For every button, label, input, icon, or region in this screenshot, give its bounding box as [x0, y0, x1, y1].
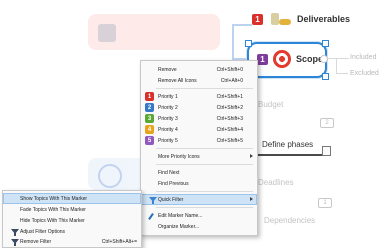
priority-badge: 1: [257, 53, 268, 65]
menu-separator: [156, 207, 253, 208]
submenu-item-fade-topics[interactable]: Fade Topics With This Marker: [3, 204, 141, 215]
priority-4-icon: 4: [145, 125, 154, 134]
resize-handle[interactable]: [245, 40, 252, 47]
connector-line: [336, 58, 337, 74]
menu-item-priority-4[interactable]: 4 Priority 4 Ctrl+Shift+4: [141, 124, 257, 135]
filter-settings-icon: [7, 227, 19, 236]
menu-item-edit-marker-name[interactable]: Edit Marker Name...: [141, 210, 257, 221]
priority-2-icon: 2: [145, 103, 154, 112]
faded-topic-label: Included: [350, 54, 377, 61]
topic-label: Define phases: [262, 140, 314, 149]
faded-topic-dependencies: Dependencies: [264, 216, 316, 225]
menu-separator: [156, 164, 253, 165]
map-canvas[interactable]: 1 Deliverables 1 Scope Included Excluded…: [0, 0, 384, 248]
faded-topic-deadlines: Deadlines: [258, 178, 294, 187]
submenu-item-hide-topics[interactable]: Hide Topics With This Marker: [3, 215, 141, 226]
menu-item-find-previous[interactable]: Find Previous: [141, 178, 257, 189]
resize-handle[interactable]: [322, 73, 329, 80]
connector-line: [325, 58, 349, 59]
menu-item-find-next[interactable]: Find Next: [141, 167, 257, 178]
menu-item-remove[interactable]: Remove Ctrl+Shift+0: [141, 64, 257, 75]
marker-badge: 2: [320, 118, 334, 128]
menu-item-more-priority-icons[interactable]: More Priority Icons: [141, 151, 257, 162]
menu-item-priority-5[interactable]: 5 Priority 5 Ctrl+Shift+5: [141, 135, 257, 146]
collapse-toggle[interactable]: [320, 55, 328, 63]
clock-icon: [98, 164, 122, 188]
menu-separator: [156, 148, 253, 149]
submenu-item-show-topics[interactable]: Show Topics With This Marker: [3, 193, 141, 204]
topic-deliverables[interactable]: 1 Deliverables: [252, 8, 350, 30]
marker-context-menu: Remove Ctrl+Shift+0 Remove All Icons Ctr…: [140, 60, 258, 236]
quick-filter-submenu: Show Topics With This Marker Fade Topics…: [2, 190, 142, 248]
faded-topic-label: Excluded: [350, 70, 379, 77]
filter-icon: [145, 195, 157, 204]
submenu-item-remove-filter[interactable]: Remove Filter Ctrl+Shift+Alt+=: [3, 236, 141, 247]
submenu-arrow-icon: [250, 197, 253, 201]
topic-define-phases[interactable]: Define phases: [258, 132, 331, 158]
edit-icon: [145, 211, 154, 220]
target-icon: [273, 50, 291, 68]
menu-item-organize-marker[interactable]: Organize Marker...: [141, 221, 257, 232]
resize-handle[interactable]: [322, 40, 329, 47]
priority-3-icon: 3: [145, 114, 154, 123]
menu-separator: [156, 191, 253, 192]
topic-label: Scope: [296, 54, 324, 64]
submenu-arrow-icon: [250, 154, 253, 158]
menu-separator: [156, 88, 253, 89]
faded-topic-budget: Budget: [258, 100, 284, 109]
deliverables-icon: [269, 11, 291, 27]
menu-item-priority-1[interactable]: 1 Priority 1 Ctrl+Shift+1: [141, 91, 257, 102]
faded-topic-card: [88, 14, 220, 50]
note-icon[interactable]: [322, 146, 331, 156]
connector-line: [336, 73, 348, 74]
menu-item-quick-filter[interactable]: Quick Filter: [141, 194, 257, 205]
connector-line: [232, 24, 252, 26]
priority-1-badge: 1: [252, 13, 263, 25]
menu-item-priority-3[interactable]: 3 Priority 3 Ctrl+Shift+3: [141, 113, 257, 124]
menu-item-priority-2[interactable]: 2 Priority 2 Ctrl+Shift+2: [141, 102, 257, 113]
menu-item-remove-all-icons[interactable]: Remove All Icons Ctrl+Alt+0: [141, 75, 257, 86]
topic-label: Deliverables: [297, 14, 351, 24]
topic-underline: [258, 154, 324, 156]
priority-5-icon: 5: [145, 136, 154, 145]
remove-filter-icon: [7, 237, 19, 246]
priority-1-icon: 1: [145, 92, 154, 101]
document-icon: [98, 24, 116, 42]
marker-badge: 1: [318, 198, 332, 208]
topic-scope[interactable]: 1 Scope: [245, 40, 329, 80]
